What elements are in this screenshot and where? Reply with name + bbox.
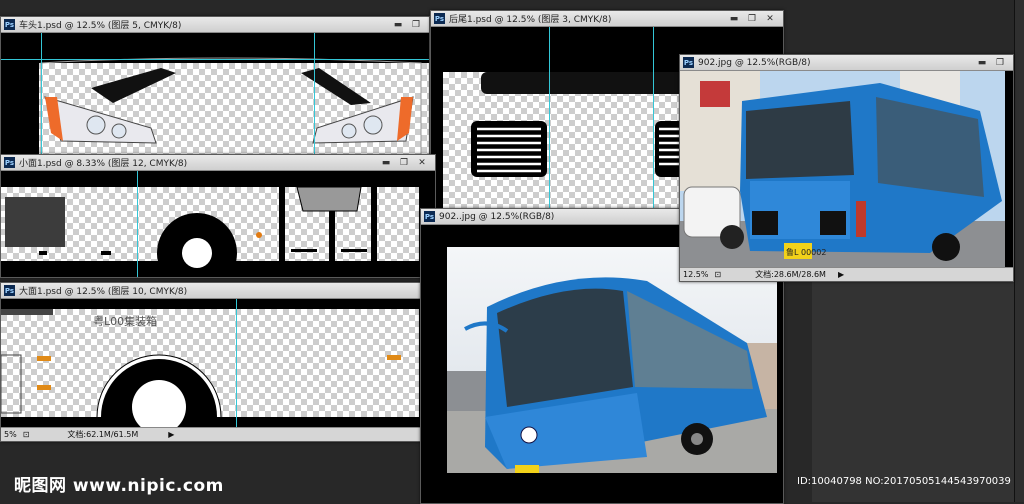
- minimize-button[interactable]: ▬: [973, 57, 991, 69]
- window-title: 902..jpg @ 12.5%(RGB/8): [439, 211, 555, 222]
- titlebar[interactable]: Ps 大面1.psd @ 12.5% (图层 10, CMYK/8): [1, 283, 421, 299]
- photoshop-icon: Ps: [4, 157, 15, 168]
- workspace-gray-area: [812, 282, 1014, 502]
- status-menu-arrow-icon[interactable]: ▶: [168, 430, 174, 439]
- titlebar[interactable]: Ps 后尾1.psd @ 12.5% (图层 3, CMYK/8) ▬ ❐ ✕: [431, 11, 783, 27]
- guide-line: [1, 59, 429, 60]
- photoshop-icon: Ps: [4, 19, 15, 30]
- document-canvas[interactable]: [1, 33, 429, 159]
- window-title: 车头1.psd @ 12.5% (图层 5, CMYK/8): [19, 21, 182, 31]
- restore-button[interactable]: ❐: [407, 19, 425, 31]
- zoom-level[interactable]: 5%: [4, 430, 17, 439]
- window-jpg-back[interactable]: Ps 902.jpg @ 12.5%(RGB/8) ▬ ❐ 鲁L 00002 1…: [679, 54, 1014, 282]
- window-title: 后尾1.psd @ 12.5% (图层 3, CMYK/8): [449, 15, 612, 25]
- photoshop-icon: Ps: [424, 211, 435, 222]
- minimize-button[interactable]: ▬: [389, 19, 407, 31]
- status-icon[interactable]: ⊡: [714, 270, 721, 279]
- status-bar: 5% ⊡ 文档:62.1M/61.5M ▶: [1, 427, 421, 441]
- titlebar[interactable]: Ps 小面1.psd @ 8.33% (图层 12, CMYK/8) ▬ ❐ ✕: [1, 155, 435, 171]
- panel-dock-strip: [1014, 0, 1024, 502]
- document-canvas[interactable]: 鲁L 00002: [680, 71, 1013, 267]
- bus-front-artwork: [1, 33, 429, 159]
- status-bar: 12.5% ⊡ 文档:28.6M/28.6M ▶: [680, 267, 1013, 281]
- window-chetou[interactable]: Ps 车头1.psd @ 12.5% (图层 5, CMYK/8) ▬ ❐: [0, 16, 430, 160]
- zoom-level[interactable]: 12.5%: [683, 270, 708, 279]
- photoshop-icon: Ps: [4, 285, 15, 296]
- close-button[interactable]: ✕: [761, 13, 779, 25]
- document-size: 文档:62.1M/61.5M: [67, 430, 139, 439]
- document-canvas[interactable]: [1, 171, 435, 277]
- guide-line: [41, 33, 42, 159]
- status-icon[interactable]: ⊡: [23, 430, 30, 439]
- document-canvas[interactable]: 粤L00集装箱: [1, 299, 421, 427]
- minimize-button[interactable]: ▬: [377, 157, 395, 169]
- window-title: 小面1.psd @ 8.33% (图层 12, CMYK/8): [19, 159, 188, 169]
- guide-line: [549, 27, 550, 211]
- large-side-shapes: [1, 309, 401, 427]
- restore-button[interactable]: ❐: [743, 13, 761, 25]
- document-size: 文档:28.6M/28.6M: [755, 270, 826, 279]
- close-button[interactable]: ✕: [413, 157, 431, 169]
- guide-line: [314, 33, 315, 159]
- window-xiaomian[interactable]: Ps 小面1.psd @ 8.33% (图层 12, CMYK/8) ▬ ❐ ✕: [0, 154, 436, 278]
- restore-button[interactable]: ❐: [991, 57, 1009, 69]
- window-title: 大面1.psd @ 12.5% (图层 10, CMYK/8): [19, 287, 188, 297]
- guide-line: [236, 299, 237, 427]
- small-side-shapes: [5, 186, 377, 277]
- window-damian[interactable]: Ps 大面1.psd @ 12.5% (图层 10, CMYK/8) 粤L00集…: [0, 282, 422, 442]
- photoshop-icon: Ps: [683, 57, 694, 68]
- minimize-button[interactable]: ▬: [725, 13, 743, 25]
- window-title: 902.jpg @ 12.5%(RGB/8): [698, 57, 811, 68]
- photoshop-icon: Ps: [434, 13, 445, 24]
- license-plate: 鲁L 00002: [786, 247, 826, 257]
- bus-back-photo: 鲁L 00002: [680, 71, 1005, 267]
- status-menu-arrow-icon[interactable]: ▶: [838, 270, 844, 279]
- restore-button[interactable]: ❐: [395, 157, 413, 169]
- guide-line: [137, 171, 138, 277]
- watermark-id: ID:10040798 NO:20170505144543970039: [797, 476, 1011, 487]
- watermark-site: 昵图网 www.nipic.com: [14, 476, 224, 496]
- titlebar[interactable]: Ps 902.jpg @ 12.5%(RGB/8) ▬ ❐: [680, 55, 1013, 71]
- titlebar[interactable]: Ps 车头1.psd @ 12.5% (图层 5, CMYK/8) ▬ ❐: [1, 17, 429, 33]
- guide-line: [653, 27, 654, 211]
